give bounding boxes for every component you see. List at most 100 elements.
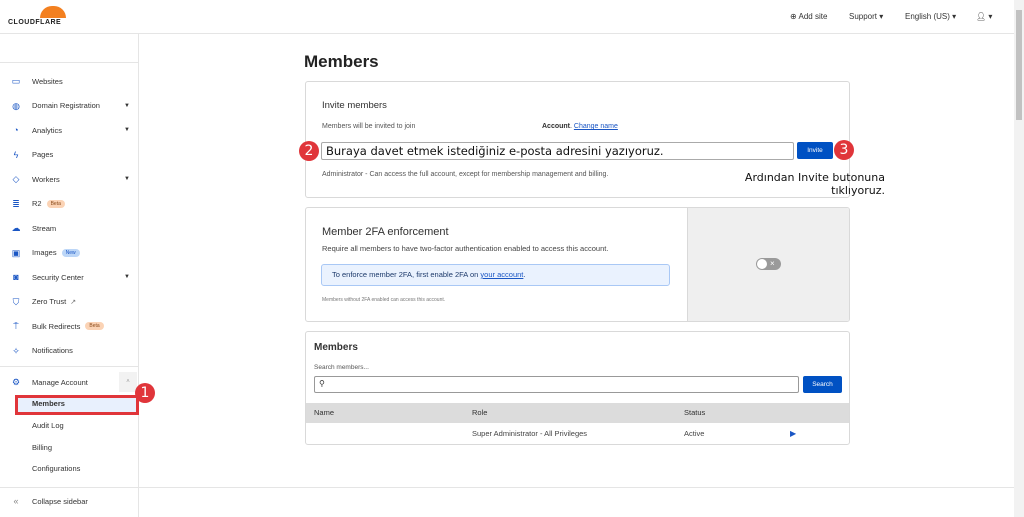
external-link-icon: ↗ <box>70 298 77 306</box>
user-menu[interactable]: 👤︎ ▾ <box>976 12 992 21</box>
table-header: Name Role Status <box>306 403 849 423</box>
change-name-link[interactable]: Change name <box>574 123 618 130</box>
members-title: Members <box>314 342 358 353</box>
sidebar-item-bulk-redirects[interactable]: ⍑ Bulk Redirects Beta <box>0 316 138 336</box>
2fa-toggle[interactable]: × <box>756 258 781 270</box>
sidebar-item-domain-registration[interactable]: ◍ Domain Registration ▼ <box>0 96 138 116</box>
user-icon: 👤︎ <box>976 12 987 21</box>
table-row[interactable]: Super Administrator - All Privileges Act… <box>306 423 849 444</box>
sidebar-badge: New <box>61 248 80 257</box>
column-name: Name <box>314 408 335 417</box>
members-list-card: Members Search members... ⚲ Search Name … <box>305 331 850 445</box>
sidebar-item-label: Bulk Redirects <box>32 321 81 331</box>
workers-icon: ◇ <box>12 174 20 184</box>
cloud-play-icon: ☁ <box>11 223 21 233</box>
shield-icon: ◙ <box>13 272 19 282</box>
database-icon: ≣ <box>12 198 20 209</box>
sidebar-item-label: Zero Trust <box>32 297 67 306</box>
sidebar-item-label: R2 <box>32 199 42 208</box>
lightning-icon: ϟ <box>13 149 19 160</box>
role-description: Administrator - Can access the full acco… <box>322 171 609 178</box>
main-content: Members Invite members Members will be i… <box>139 34 1014 517</box>
search-label: Search members... <box>314 364 369 371</box>
column-status: Status <box>684 408 706 417</box>
sidebar-item-label: Websites <box>32 76 63 86</box>
sidebar-badge: Beta <box>85 322 104 330</box>
sidebar-item-notifications[interactable]: ✧ Notifications <box>0 341 138 361</box>
redirect-icon: ⍑ <box>13 321 19 331</box>
bell-icon: ✧ <box>12 345 20 356</box>
sidebar-item-label: Analytics <box>32 125 63 135</box>
sidebar-item-analytics[interactable]: ◔ Analytics ▼ <box>0 120 138 140</box>
caret-down-icon[interactable]: ▼ <box>124 176 130 182</box>
sidebar-item-zero-trust[interactable]: ⛉ Zero Trust ↗ <box>0 292 138 312</box>
gear-icon: ⚙ <box>11 377 21 387</box>
sidebar-item-configurations[interactable]: Configurations <box>32 464 80 473</box>
sidebar-item-websites[interactable]: ▭ Websites <box>0 71 138 91</box>
image-icon: ▣ <box>11 247 21 258</box>
account-name: Account <box>542 123 570 130</box>
plus-circle-icon: ⊕ <box>790 12 797 21</box>
sidebar-item-label: Workers <box>32 174 60 184</box>
sidebar-item-audit-log[interactable]: Audit Log <box>32 421 64 430</box>
caret-down-icon[interactable]: ▼ <box>124 127 130 133</box>
invite-email-input[interactable]: Buraya davet etmek istediğiniz e-posta a… <box>321 142 794 160</box>
join-text: Members will be invited to join <box>322 123 416 130</box>
scrollbar-thumb[interactable] <box>1016 10 1022 120</box>
sidebar-item-pages[interactable]: ϟ Pages <box>0 145 138 165</box>
sidebar-item-label: Domain Registration <box>32 101 100 110</box>
search-members-input[interactable]: ⚲ <box>314 376 799 393</box>
annotation-note: Ardından Invite butonuna tıklıyoruz. <box>744 171 885 197</box>
invite-button[interactable]: Invite <box>797 142 833 159</box>
search-button[interactable]: Search <box>803 376 842 393</box>
sidebar-item-label: Stream <box>32 223 57 233</box>
add-site-button[interactable]: ⊕ Add site <box>790 12 827 21</box>
globe-icon: ◍ <box>12 100 20 111</box>
collapse-sidebar-button[interactable]: «Collapse sidebar <box>0 491 138 511</box>
caret-down-icon[interactable]: ▼ <box>124 103 130 109</box>
search-icon: ⚲ <box>319 379 325 388</box>
2fa-footnote: Members without 2FA enabled can access t… <box>322 297 446 303</box>
member-2fa-card: × Member 2FA enforcement Require all mem… <box>305 207 850 322</box>
column-role: Role <box>472 408 488 417</box>
browser-icon: ▭ <box>11 76 21 86</box>
sidebar-item-label: Security Center <box>32 272 84 282</box>
sidebar-item-label: Images <box>32 248 57 257</box>
sidebar-item-workers[interactable]: ◇ Workers ▼ <box>0 169 138 189</box>
invite-title: Invite members <box>322 100 387 111</box>
annotation-step-2: 2 <box>299 141 319 161</box>
sidebar-item-billing[interactable]: Billing <box>32 443 52 452</box>
chart-icon: ◔ <box>13 125 19 135</box>
divider <box>139 487 1014 488</box>
page-title: Members <box>304 52 379 71</box>
cloudflare-logo[interactable]: CLOUDFLARE <box>8 5 68 29</box>
support-menu[interactable]: Support ▾ <box>849 12 883 21</box>
sidebar-item-images[interactable]: ▣ Images New <box>0 243 138 263</box>
zero-trust-icon: ⛉ <box>12 296 20 307</box>
double-chevron-left-icon: « <box>13 496 19 506</box>
caret-down-icon: ▾ <box>988 12 993 21</box>
sidebar: ▭ Websites ◍ Domain Registration ▼ ◔ Analytics… <box>0 34 139 517</box>
sidebar-item-label: Pages <box>32 150 54 159</box>
scrollbar[interactable] <box>1014 0 1024 517</box>
language-menu[interactable]: English (US) ▾ <box>905 12 956 21</box>
your-account-link[interactable]: your account <box>480 270 523 279</box>
x-icon: × <box>770 259 775 268</box>
chevron-up-icon[interactable]: ˄ <box>119 372 137 392</box>
annotation-step-3: 3 <box>834 140 854 160</box>
2fa-notice: To enforce member 2FA, first enable 2FA … <box>321 264 670 286</box>
sidebar-item-manage-account[interactable]: ⚙ Manage Account ˄ <box>0 372 138 392</box>
top-header: CLOUDFLARE ⊕ Add site Support ▾ English … <box>0 0 1014 34</box>
sidebar-item-label: Notifications <box>32 346 73 355</box>
2fa-title: Member 2FA enforcement <box>322 226 449 238</box>
caret-down-icon[interactable]: ▼ <box>124 274 130 280</box>
caret-down-icon: ▾ <box>952 12 957 21</box>
expand-arrow-icon[interactable]: ▶ <box>790 423 796 444</box>
sidebar-item-security-center[interactable]: ◙ Security Center ▼ <box>0 267 138 287</box>
2fa-description: Require all members to have two-factor a… <box>322 244 609 253</box>
sidebar-badge: Beta <box>46 199 65 208</box>
caret-down-icon: ▾ <box>879 12 884 21</box>
annotation-highlight-box <box>15 395 139 415</box>
sidebar-item-stream[interactable]: ☁ Stream <box>0 218 138 238</box>
sidebar-item-r2[interactable]: ≣ R2 Beta <box>0 194 138 214</box>
